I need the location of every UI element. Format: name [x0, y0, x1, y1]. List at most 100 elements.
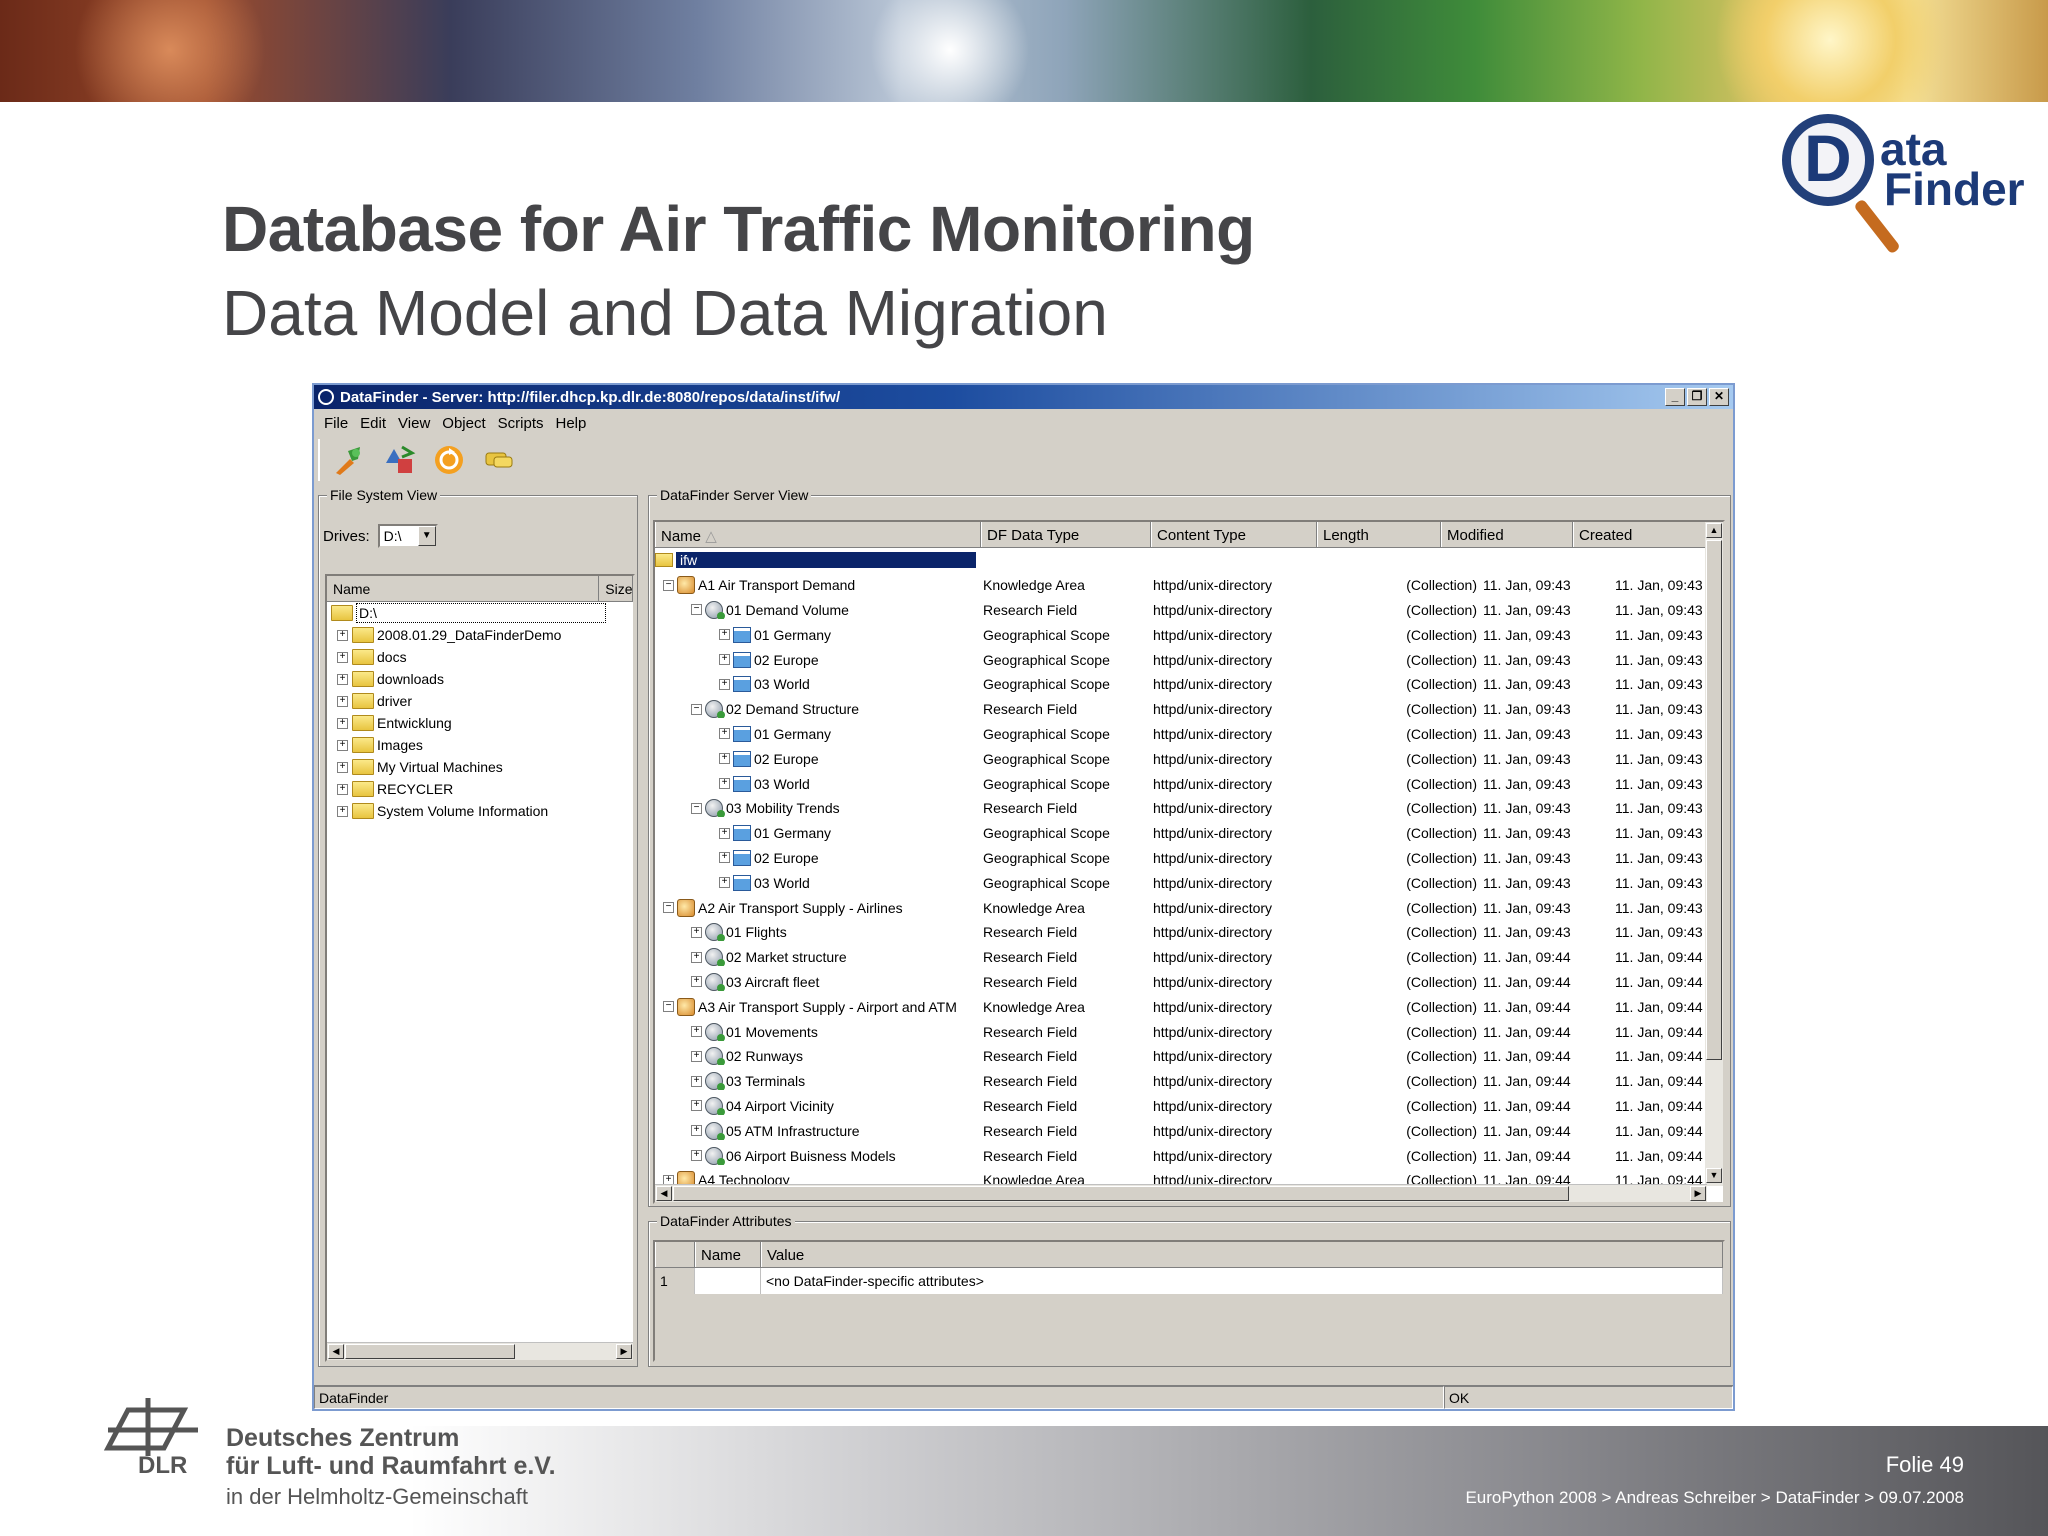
menu-help[interactable]: Help [549, 411, 592, 435]
table-row[interactable]: − A3 Air Transport Supply - Airport and A… [655, 994, 1707, 1019]
collapse-icon[interactable]: − [691, 703, 702, 715]
vertical-scrollbar[interactable]: ▲ ▼ [1705, 522, 1723, 1186]
tree-item[interactable]: + driver [327, 690, 633, 712]
table-row[interactable]: +01 Germany Geographical Scope httpd/unix-… [655, 622, 1707, 647]
expand-icon[interactable]: + [337, 739, 348, 751]
menu-view[interactable]: View [392, 411, 436, 435]
tree-item[interactable]: + My Virtual Machines [327, 756, 633, 778]
collapse-icon[interactable]: − [691, 802, 702, 814]
table-row[interactable]: − A2 Air Transport Supply - Airlines Knowl… [655, 895, 1707, 920]
table-row[interactable]: +02 Europe Geographical Scope httpd/unix-d… [655, 846, 1707, 871]
table-row[interactable]: 1 <no DataFinder-specific attributes> [655, 1268, 1723, 1294]
column-header-created[interactable]: Created [1573, 522, 1707, 547]
connect-button[interactable] [326, 440, 372, 480]
expand-icon[interactable]: + [691, 1026, 702, 1038]
menu-edit[interactable]: Edit [354, 411, 392, 435]
expand-icon[interactable]: + [337, 805, 348, 817]
table-row[interactable]: +03 World Geographical Scope httpd/unix-di… [655, 870, 1707, 895]
scroll-down-icon[interactable]: ▼ [1706, 1168, 1722, 1183]
column-header-value[interactable]: Value [761, 1242, 1723, 1267]
expand-icon[interactable]: + [337, 761, 348, 773]
column-header-name[interactable]: Name △ [655, 522, 981, 547]
table-row[interactable]: +03 World Geographical Scope httpd/unix-di… [655, 771, 1707, 796]
tree-item[interactable]: + Entwicklung [327, 712, 633, 734]
collapse-icon[interactable]: − [663, 902, 674, 914]
table-row[interactable]: − 02 Demand Structure Research Field httpd/… [655, 697, 1707, 722]
expand-icon[interactable]: + [691, 1150, 702, 1162]
column-header-df-data-type[interactable]: DF Data Type [981, 522, 1151, 547]
expand-icon[interactable]: + [719, 753, 730, 765]
table-row[interactable]: +05 ATM Infrastructure Research Field http… [655, 1118, 1707, 1143]
expand-icon[interactable]: + [337, 783, 348, 795]
column-header-size[interactable]: Size [599, 576, 633, 601]
table-row[interactable]: +01 Germany Geographical Scope httpd/unix-… [655, 722, 1707, 747]
scroll-left-icon[interactable]: ◀ [656, 1186, 672, 1201]
expand-icon[interactable]: + [719, 852, 730, 864]
scroll-right-icon[interactable]: ▶ [1690, 1186, 1706, 1201]
table-row[interactable]: +02 Europe Geographical Scope httpd/unix-d… [655, 746, 1707, 771]
expand-icon[interactable]: + [691, 1125, 702, 1137]
import-button[interactable] [376, 440, 422, 480]
tree-item[interactable]: + docs [327, 646, 633, 668]
expand-icon[interactable]: + [719, 778, 730, 790]
tree-item[interactable]: + RECYCLER [327, 778, 633, 800]
scrollbar-thumb[interactable] [1706, 540, 1722, 1060]
tree-item[interactable]: + Images [327, 734, 633, 756]
expand-icon[interactable]: + [691, 1100, 702, 1112]
table-row[interactable]: +03 Aircraft fleet Research Field httpd/un… [655, 970, 1707, 995]
tree-item[interactable]: +2008.01.29_DataFinderDemo [327, 624, 633, 646]
table-row[interactable]: +02 Market structure Research Field httpd/… [655, 945, 1707, 970]
tree-item[interactable]: + downloads [327, 668, 633, 690]
expand-icon[interactable]: + [719, 728, 730, 740]
table-row[interactable]: +06 Airport Buisness Models Research Fiel… [655, 1143, 1707, 1168]
expand-icon[interactable]: + [691, 951, 702, 963]
expand-icon[interactable]: + [719, 678, 730, 690]
expand-icon[interactable]: + [337, 695, 348, 707]
table-row[interactable]: − 01 Demand Volume Research Field httpd/uni… [655, 598, 1707, 623]
collapse-icon[interactable]: − [691, 604, 702, 616]
restore-button[interactable]: ❐ [1687, 388, 1707, 406]
column-header-name[interactable]: Name [695, 1242, 761, 1267]
expand-icon[interactable]: + [337, 717, 348, 729]
table-row[interactable]: +01 Movements Research Field httpd/unix-di… [655, 1019, 1707, 1044]
table-row[interactable]: +02 Runways Research Field httpd/unix-dire… [655, 1044, 1707, 1069]
table-row[interactable]: ifw [655, 548, 1707, 573]
expand-icon[interactable]: + [719, 654, 730, 666]
menu-file[interactable]: File [318, 411, 354, 435]
expand-icon[interactable]: + [691, 926, 702, 938]
window-titlebar[interactable]: DataFinder - Server: http://filer.dhcp.k… [314, 385, 1733, 409]
table-row[interactable]: +03 Terminals Research Field httpd/unix-di… [655, 1069, 1707, 1094]
scrollbar-thumb[interactable] [673, 1186, 1569, 1201]
expand-icon[interactable]: + [719, 827, 730, 839]
minimize-button[interactable]: _ [1665, 388, 1685, 406]
expand-icon[interactable]: + [337, 673, 348, 685]
expand-icon[interactable]: + [719, 877, 730, 889]
scroll-up-icon[interactable]: ▲ [1706, 523, 1722, 538]
expand-icon[interactable]: + [719, 629, 730, 641]
table-row[interactable]: +01 Germany Geographical Scope httpd/unix-… [655, 821, 1707, 846]
chevron-down-icon[interactable]: ▼ [417, 526, 436, 546]
column-header-length[interactable]: Length [1317, 522, 1441, 547]
table-row[interactable]: +01 Flights Research Field httpd/unix-dire… [655, 920, 1707, 945]
close-button[interactable]: ✕ [1709, 388, 1729, 406]
tree-item[interactable]: + System Volume Information [327, 800, 633, 822]
column-header-name[interactable]: Name [327, 576, 600, 601]
expand-icon[interactable]: + [337, 629, 348, 641]
tree-item-root[interactable]: D:\ [331, 602, 633, 624]
expand-icon[interactable]: + [337, 651, 348, 663]
horizontal-scrollbar[interactable]: ◀ ▶ [655, 1184, 1707, 1202]
scroll-left-icon[interactable]: ◀ [328, 1344, 344, 1359]
horizontal-scrollbar[interactable]: ◀ ▶ [327, 1342, 633, 1360]
column-header-content-type[interactable]: Content Type [1151, 522, 1317, 547]
table-row[interactable]: +03 World Geographical Scope httpd/unix-di… [655, 672, 1707, 697]
scroll-right-icon[interactable]: ▶ [616, 1344, 632, 1359]
expand-icon[interactable]: + [691, 976, 702, 988]
table-row[interactable]: − A1 Air Transport Demand Knowledge Area ht… [655, 573, 1707, 598]
drive-select[interactable]: D:\ ▼ [377, 524, 438, 548]
scrollbar-thumb[interactable] [345, 1344, 515, 1359]
menu-object[interactable]: Object [436, 411, 491, 435]
table-row[interactable]: +02 Europe Geographical Scope httpd/unix-d… [655, 647, 1707, 672]
refresh-button[interactable] [426, 440, 472, 480]
table-row[interactable]: +04 Airport Vicinity Research Field httpd/… [655, 1094, 1707, 1119]
expand-icon[interactable]: + [691, 1050, 702, 1062]
